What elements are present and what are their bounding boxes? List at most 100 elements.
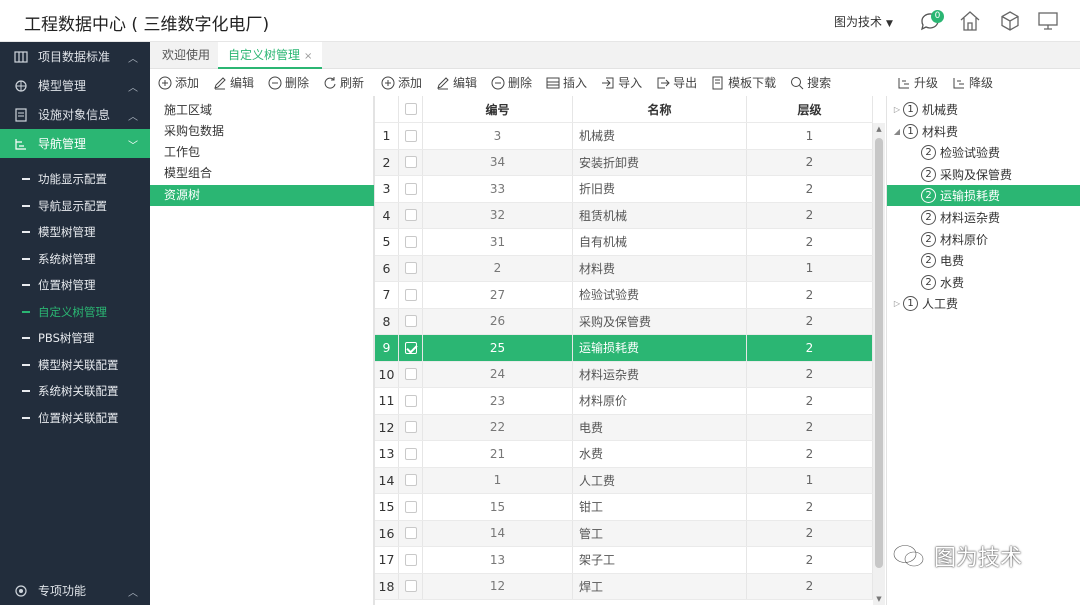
tree-node[interactable]: ▷ 1 人工费 xyxy=(887,293,1080,314)
row-checkbox-cell[interactable] xyxy=(399,388,423,414)
row-checkbox[interactable] xyxy=(404,553,417,566)
row-checkbox-cell[interactable] xyxy=(399,335,423,361)
header-checkbox-cell[interactable] xyxy=(399,96,423,122)
home-icon[interactable] xyxy=(958,9,982,33)
left-add-button[interactable]: 添加 xyxy=(158,74,199,91)
sidebar-subitem-system-tree-link[interactable]: 系统树关联配置 xyxy=(0,378,150,404)
table-export-button[interactable]: 导出 xyxy=(656,74,697,91)
tree-node[interactable]: 2 水费 xyxy=(887,272,1080,293)
tree-node[interactable]: 2 材料运杂费 xyxy=(887,207,1080,228)
table-add-button[interactable]: 添加 xyxy=(381,74,422,91)
sidebar-item-facility-info[interactable]: 设施对象信息 ︿ xyxy=(0,100,150,129)
row-checkbox-cell[interactable] xyxy=(399,467,423,493)
caret-right-icon[interactable]: ▷ xyxy=(891,105,903,114)
row-checkbox-cell[interactable] xyxy=(399,229,423,255)
scroll-thumb[interactable] xyxy=(875,138,883,568)
list-item-procurement-package[interactable]: 采购包数据 xyxy=(150,121,374,142)
sidebar-item-project-standard[interactable]: 项目数据标准 ︿ xyxy=(0,42,150,71)
tree-node[interactable]: 2 检验试验费 xyxy=(887,142,1080,163)
list-item-model-combination[interactable]: 模型组合 xyxy=(150,163,374,184)
user-menu[interactable]: 图为技术 ▼ xyxy=(834,13,893,30)
left-refresh-button[interactable]: 刷新 xyxy=(323,74,364,91)
row-checkbox-cell[interactable] xyxy=(399,149,423,175)
row-checkbox[interactable] xyxy=(404,341,417,354)
tree-node[interactable]: 2 采购及保管费 xyxy=(887,164,1080,185)
scroll-down-icon[interactable]: ▼ xyxy=(873,593,885,605)
row-checkbox-cell[interactable] xyxy=(399,547,423,573)
row-checkbox-cell[interactable] xyxy=(399,202,423,228)
caret-right-icon[interactable]: ▷ xyxy=(891,299,903,308)
row-checkbox-cell[interactable] xyxy=(399,520,423,546)
list-item-work-package[interactable]: 工作包 xyxy=(150,142,374,163)
table-row[interactable]: 8 26 采购及保管费 2 xyxy=(375,308,873,335)
table-row[interactable]: 14 1 人工费 1 xyxy=(375,467,873,494)
table-row[interactable]: 15 15 钳工 2 xyxy=(375,494,873,521)
table-insert-button[interactable]: 插入 xyxy=(546,74,587,91)
row-checkbox[interactable] xyxy=(404,182,417,195)
left-delete-button[interactable]: 删除 xyxy=(268,74,309,91)
table-row[interactable]: 6 2 材料费 1 xyxy=(375,255,873,282)
row-checkbox[interactable] xyxy=(404,580,417,593)
row-checkbox[interactable] xyxy=(404,209,417,222)
table-row[interactable]: 9 25 运输损耗费 2 xyxy=(375,335,873,362)
tree-node[interactable]: 2 电费 xyxy=(887,250,1080,271)
table-row[interactable]: 13 21 水费 2 xyxy=(375,441,873,468)
header-code[interactable]: 编号 xyxy=(423,96,573,122)
table-scrollbar[interactable]: ▲ ▼ xyxy=(873,123,885,605)
monitor-icon[interactable] xyxy=(1036,9,1060,33)
row-checkbox-cell[interactable] xyxy=(399,573,423,599)
row-checkbox[interactable] xyxy=(404,288,417,301)
row-checkbox[interactable] xyxy=(404,368,417,381)
table-row[interactable]: 1 3 机械费 1 xyxy=(375,123,873,150)
row-checkbox[interactable] xyxy=(404,129,417,142)
sidebar-subitem-model-tree[interactable]: 模型树管理 xyxy=(0,219,150,245)
table-row[interactable]: 10 24 材料运杂费 2 xyxy=(375,361,873,388)
table-row[interactable]: 11 23 材料原价 2 xyxy=(375,388,873,415)
table-row[interactable]: 4 32 租赁机械 2 xyxy=(375,202,873,229)
sidebar-item-special-functions[interactable]: 专项功能 ︿ xyxy=(0,576,150,605)
left-edit-button[interactable]: 编辑 xyxy=(213,74,254,91)
table-row[interactable]: 5 31 自有机械 2 xyxy=(375,229,873,256)
row-checkbox[interactable] xyxy=(404,500,417,513)
sidebar-item-navigation-management[interactable]: 导航管理 ﹀ xyxy=(0,129,150,158)
sidebar-subitem-pbs-tree[interactable]: PBS树管理 xyxy=(0,325,150,351)
row-checkbox-cell[interactable] xyxy=(399,494,423,520)
row-checkbox[interactable] xyxy=(404,474,417,487)
close-icon[interactable]: × xyxy=(304,51,312,62)
table-row[interactable]: 7 27 检验试验费 2 xyxy=(375,282,873,309)
table-search-button[interactable]: 搜索 xyxy=(790,74,831,91)
row-checkbox-cell[interactable] xyxy=(399,441,423,467)
row-checkbox[interactable] xyxy=(404,235,417,248)
table-template-download-button[interactable]: 模板下载 xyxy=(711,74,776,91)
sidebar-item-model-management[interactable]: 模型管理 ︿ xyxy=(0,71,150,100)
tree-node[interactable]: 2 材料原价 xyxy=(887,229,1080,250)
sidebar-subitem-custom-tree[interactable]: 自定义树管理 xyxy=(0,299,150,325)
table-row[interactable]: 16 14 管工 2 xyxy=(375,520,873,547)
sidebar-subitem-nav-display[interactable]: 导航显示配置 xyxy=(0,193,150,219)
row-checkbox-cell[interactable] xyxy=(399,414,423,440)
tree-downgrade-button[interactable]: 降级 xyxy=(952,74,993,91)
row-checkbox-cell[interactable] xyxy=(399,361,423,387)
select-all-checkbox[interactable] xyxy=(404,103,417,115)
row-checkbox[interactable] xyxy=(404,421,417,434)
row-checkbox[interactable] xyxy=(404,315,417,328)
table-row[interactable]: 2 34 安装折卸费 2 xyxy=(375,149,873,176)
tree-node[interactable]: ◢ 1 材料费 xyxy=(887,121,1080,142)
tab-welcome[interactable]: 欢迎使用 xyxy=(152,42,220,69)
row-checkbox-cell[interactable] xyxy=(399,308,423,334)
table-import-button[interactable]: 导入 xyxy=(601,74,642,91)
row-checkbox-cell[interactable] xyxy=(399,123,423,149)
sidebar-subitem-function-display[interactable]: 功能显示配置 xyxy=(0,166,150,192)
row-checkbox-cell[interactable] xyxy=(399,176,423,202)
cube-icon[interactable] xyxy=(998,9,1022,33)
row-checkbox[interactable] xyxy=(404,156,417,169)
tree-node[interactable]: ▷ 1 机械费 xyxy=(887,99,1080,120)
tab-custom-tree[interactable]: 自定义树管理 × xyxy=(218,42,323,69)
sidebar-subitem-model-tree-link[interactable]: 模型树关联配置 xyxy=(0,352,150,378)
sidebar-subitem-location-tree[interactable]: 位置树管理 xyxy=(0,272,150,298)
table-row[interactable]: 18 12 焊工 2 xyxy=(375,573,873,600)
row-checkbox-cell[interactable] xyxy=(399,255,423,281)
header-name[interactable]: 名称 xyxy=(573,96,747,122)
row-checkbox[interactable] xyxy=(404,447,417,460)
table-row[interactable]: 3 33 折旧费 2 xyxy=(375,176,873,203)
